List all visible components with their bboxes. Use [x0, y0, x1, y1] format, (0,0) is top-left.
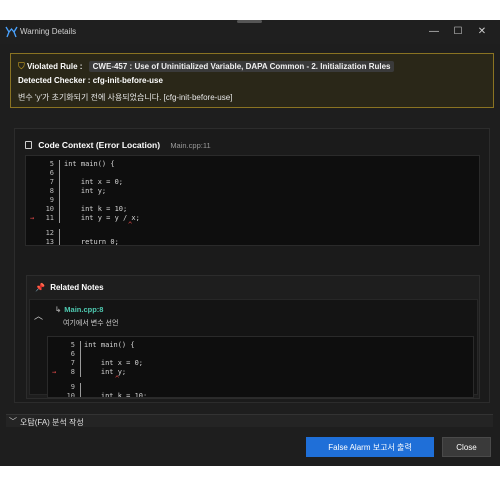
code-line: 9	[26, 196, 479, 205]
false-alarm-report-button[interactable]: False Alarm 보고서 출력	[306, 437, 434, 457]
app-logo-icon	[5, 26, 18, 38]
code-line: 10 int k = 10;	[48, 392, 473, 398]
close-button[interactable]: Close	[442, 437, 491, 457]
warning-details-window: Warning Details — ☐ ✕ ⛉ Violated Rule : …	[0, 20, 500, 466]
gutter-divider	[59, 214, 60, 223]
code-line: → 8 int y;	[48, 368, 473, 377]
detected-checker-row: Detected Checker : cfg-init-before-use	[18, 76, 163, 85]
gutter-divider	[59, 178, 60, 187]
gutter-divider	[59, 238, 60, 245]
code-line: 5 int main() {	[48, 341, 473, 350]
detected-checker-label: Detected Checker :	[18, 76, 91, 85]
line-number: 5	[49, 160, 54, 168]
related-notes-panel: 📌 Related Notes ︿ ↳ Main.cpp:8 여기에서 변수 선언…	[26, 275, 480, 399]
gutter-divider	[80, 359, 81, 368]
error-caret: ^	[115, 375, 120, 383]
code-text: int y;	[84, 368, 127, 376]
return-arrow-icon: ↳	[55, 305, 62, 314]
document-icon	[25, 141, 32, 149]
title-bar[interactable]: Warning Details — ☐ ✕	[0, 20, 500, 44]
code-text: int y;	[64, 187, 107, 195]
collapse-chevron-icon[interactable]: ︿	[34, 309, 43, 322]
code-text: return 0;	[64, 238, 119, 246]
maximize-button[interactable]: ☐	[450, 24, 466, 40]
note-description: 여기에서 변수 선언	[63, 320, 119, 327]
code-text: int main() {	[84, 341, 135, 349]
code-line: 10 int k = 10;	[26, 205, 479, 214]
code-text: int x = 0;	[64, 178, 124, 186]
code-line: 13 return 0;	[26, 238, 479, 246]
close-window-button[interactable]: ✕	[474, 24, 490, 40]
code-text: int k = 10;	[64, 205, 128, 213]
gutter-divider	[80, 350, 81, 359]
details-panel[interactable]: Code Context (Error Location) Main.cpp:1…	[14, 128, 490, 403]
code-text: int k = 10;	[84, 392, 148, 398]
note-location: Main.cpp:8	[64, 305, 104, 314]
related-notes-header: 📌 Related Notes	[35, 283, 104, 292]
pin-icon: 📌	[35, 283, 45, 292]
detected-checker-value: cfg-init-before-use	[92, 76, 163, 85]
shield-warning-icon: ⛉	[18, 61, 25, 71]
code-context-header: Code Context (Error Location) Main.cpp:1…	[25, 140, 211, 150]
line-number: 6	[70, 350, 75, 358]
code-viewer[interactable]: 5 int main() {6 7 int x = 0; 8 int y; 9 10 in…	[25, 155, 480, 246]
code-text: int main() {	[64, 160, 115, 168]
line-number: 7	[70, 359, 75, 367]
drag-handle[interactable]	[237, 20, 262, 23]
line-number: 12	[45, 229, 54, 237]
note-code-viewer[interactable]: 5 int main() { 6 7 int x = 0; → 8 int y; ^ 9 10 …	[47, 336, 474, 398]
code-text: int x = 0;	[84, 359, 144, 367]
code-line: 7 int x = 0;	[26, 178, 479, 187]
line-number: 13	[45, 238, 54, 246]
gutter-divider	[80, 383, 81, 392]
gutter-divider	[59, 160, 60, 169]
gutter-divider	[59, 205, 60, 214]
gutter-divider	[80, 368, 81, 377]
code-line: 12	[26, 229, 479, 238]
gutter-divider	[59, 169, 60, 178]
note-location-link[interactable]: ↳ Main.cpp:8	[55, 305, 103, 314]
violated-rule-row: ⛉ Violated Rule : CWE-457 : Use of Unini…	[18, 61, 395, 72]
line-number: 6	[49, 169, 54, 177]
gutter-divider	[80, 341, 81, 350]
gutter-divider	[59, 196, 60, 205]
code-line: 8 int y;	[26, 187, 479, 196]
related-notes-title: Related Notes	[50, 283, 104, 292]
error-caret: ^	[128, 221, 133, 229]
gutter-divider	[59, 187, 60, 196]
line-number: 10	[45, 205, 54, 213]
line-number: 8	[70, 368, 75, 376]
code-line: 6	[26, 169, 479, 178]
code-line: → 11 int y = y / x;	[26, 214, 479, 223]
code-context-title: Code Context (Error Location)	[38, 140, 161, 150]
chevron-down-icon: ﹀	[9, 417, 17, 426]
violated-rule-label: Violated Rule :	[27, 62, 83, 71]
line-number: 10	[66, 392, 75, 398]
fa-analysis-section[interactable]: ﹀ 오탐(FA) 분석 작성	[6, 414, 493, 427]
gutter-divider	[80, 392, 81, 397]
line-number: 5	[70, 341, 75, 349]
line-number: 9	[70, 383, 75, 391]
warning-message: 변수 'y'가 초기화되기 전에 사용되었습니다. [cfg-init-befo…	[18, 93, 233, 102]
line-number: 11	[45, 214, 54, 222]
window-title: Warning Details	[20, 27, 77, 36]
warning-summary: ⛉ Violated Rule : CWE-457 : Use of Unini…	[10, 53, 494, 108]
related-note-item: ︿ ↳ Main.cpp:8 여기에서 변수 선언 5 int main() { 6 7…	[29, 299, 478, 398]
code-line: 9	[48, 383, 473, 392]
code-line: 6	[48, 350, 473, 359]
line-number: 9	[49, 196, 54, 204]
gutter-divider	[59, 229, 60, 238]
line-number: 8	[49, 187, 54, 195]
fa-analysis-label: 오탐(FA) 분석 작성	[20, 418, 84, 427]
violated-rule-value: CWE-457 : Use of Uninitialized Variable,…	[88, 61, 395, 72]
code-context-file[interactable]: Main.cpp:11	[170, 141, 210, 150]
code-line: 5 int main() {	[26, 160, 479, 169]
minimize-button[interactable]: —	[426, 24, 442, 40]
code-line: 7 int x = 0;	[48, 359, 473, 368]
line-number: 7	[49, 178, 54, 186]
